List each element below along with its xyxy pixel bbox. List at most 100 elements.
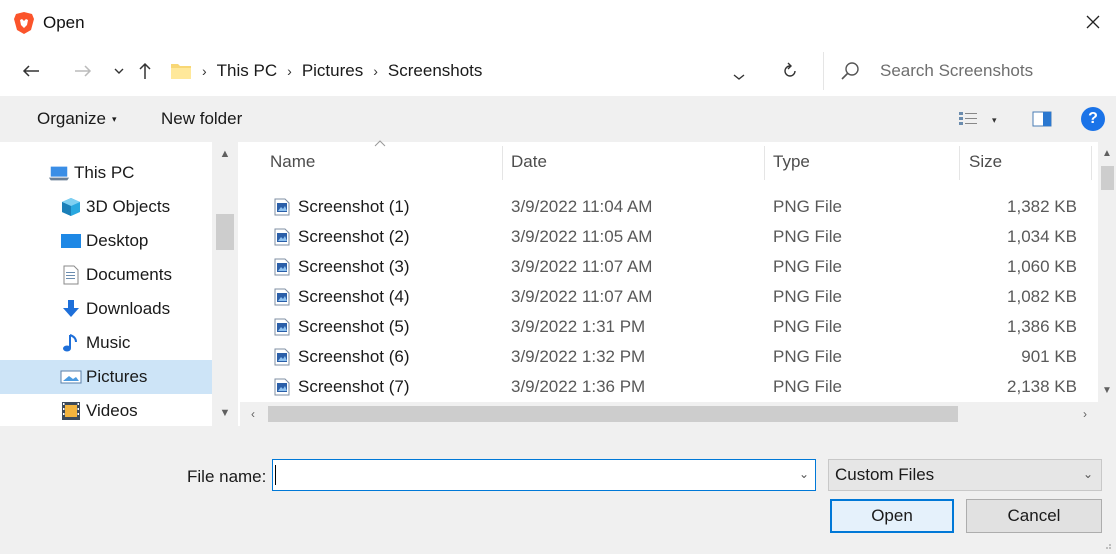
column-header-name[interactable]: Name — [270, 140, 500, 182]
desktop-icon — [60, 231, 82, 251]
preview-pane-icon — [1032, 111, 1052, 127]
file-row[interactable]: Screenshot (6) 3/9/2022 1:32 PM PNG File 90… — [240, 342, 1090, 372]
chevron-down-icon[interactable]: ⌄ — [799, 467, 809, 481]
scrollbar-thumb[interactable] — [268, 406, 958, 422]
organize-label: Organize — [37, 109, 106, 128]
file-type-filter-select[interactable]: Custom Files ⌄ — [828, 459, 1102, 491]
scrollbar-thumb[interactable] — [1101, 166, 1114, 190]
scroll-left-arrow-icon[interactable]: ‹ — [244, 406, 262, 422]
column-divider[interactable] — [1091, 146, 1092, 180]
sidebar-item-label: Desktop — [86, 231, 149, 250]
sidebar-item-label: 3D Objects — [86, 197, 171, 216]
refresh-button[interactable] — [772, 56, 808, 86]
scroll-right-arrow-icon[interactable]: › — [1076, 406, 1094, 422]
refresh-icon — [784, 62, 796, 77]
file-name: Screenshot (4) — [298, 287, 410, 306]
scroll-down-arrow-icon[interactable]: ▼ — [1098, 382, 1116, 398]
cancel-button[interactable]: Cancel — [966, 499, 1102, 533]
close-button[interactable] — [1070, 0, 1116, 44]
file-date: 3/9/2022 1:31 PM — [511, 317, 646, 336]
sidebar-item-label: Music — [86, 333, 131, 352]
sidebar-item-documents[interactable]: Documents — [0, 258, 212, 292]
column-header-size[interactable]: Size — [969, 142, 1089, 182]
breadcrumb-separator: › — [373, 63, 378, 79]
breadcrumb-pictures[interactable]: Pictures — [302, 61, 363, 81]
new-folder-button[interactable]: New folder — [161, 109, 242, 129]
sidebar-item-music[interactable]: Music — [0, 326, 212, 360]
file-row[interactable]: Screenshot (3) 3/9/2022 11:07 AM PNG File 1… — [240, 252, 1090, 282]
sidebar-item-label: Videos — [86, 401, 138, 420]
navigation-pane-scrollbar[interactable]: ▲ ▼ — [212, 142, 238, 426]
file-date: 3/9/2022 11:07 AM — [511, 287, 653, 306]
search-box[interactable]: Search Screenshots — [823, 52, 1116, 90]
up-button[interactable] — [132, 58, 158, 84]
open-button[interactable]: Open — [830, 499, 954, 533]
png-file-icon — [274, 288, 290, 306]
file-list-vertical-scrollbar[interactable]: ▲ ▼ — [1098, 142, 1116, 402]
sort-ascending-icon — [374, 140, 386, 147]
preview-pane-button[interactable] — [1030, 108, 1054, 130]
png-file-icon — [274, 258, 290, 276]
sidebar-item-pictures[interactable]: Pictures — [0, 360, 212, 394]
address-dropdown-button[interactable] — [728, 68, 750, 86]
breadcrumb-this-pc[interactable]: This PC — [217, 61, 277, 81]
file-row[interactable]: Screenshot (2) 3/9/2022 11:05 AM PNG File 1… — [240, 222, 1090, 252]
download-icon — [60, 299, 82, 319]
file-name-input[interactable]: ⌄ — [272, 459, 816, 491]
scroll-down-arrow-icon[interactable]: ▼ — [212, 404, 238, 422]
scroll-up-arrow-icon[interactable]: ▲ — [212, 146, 238, 162]
file-row[interactable]: Screenshot (4) 3/9/2022 11:07 AM PNG File 1… — [240, 282, 1090, 312]
caret-down-icon: ▾ — [992, 114, 997, 125]
organize-button[interactable]: Organize ▾ — [37, 109, 117, 129]
breadcrumb-screenshots[interactable]: Screenshots — [388, 61, 483, 81]
file-row[interactable]: Screenshot (1) 3/9/2022 11:04 AM PNG File 1… — [240, 192, 1090, 222]
address-bar[interactable]: › This PC › Pictures › Screenshots — [164, 52, 770, 90]
file-type: PNG File — [773, 287, 842, 306]
file-type: PNG File — [773, 377, 842, 396]
back-button[interactable] — [18, 58, 44, 84]
file-row[interactable]: Screenshot (7) 3/9/2022 1:36 PM PNG File 2,… — [240, 372, 1090, 402]
scroll-up-arrow-icon[interactable]: ▲ — [1098, 146, 1116, 160]
arrow-left-icon — [22, 65, 39, 77]
file-row[interactable]: Screenshot (5) 3/9/2022 1:31 PM PNG File 1,… — [240, 312, 1090, 342]
breadcrumb-separator: › — [202, 63, 207, 79]
pictures-icon — [60, 367, 82, 387]
sidebar-item-desktop[interactable]: Desktop — [0, 224, 212, 258]
file-list-horizontal-scrollbar[interactable]: ‹ › — [240, 402, 1116, 426]
column-divider[interactable] — [959, 146, 960, 180]
resize-grip-icon[interactable] — [1102, 540, 1112, 550]
column-header-type[interactable]: Type — [773, 142, 953, 182]
help-button[interactable]: ? — [1081, 107, 1105, 131]
scrollbar-thumb[interactable] — [216, 214, 234, 250]
file-date: 3/9/2022 11:05 AM — [511, 227, 653, 246]
file-type: PNG File — [773, 197, 842, 216]
search-icon — [841, 62, 859, 80]
column-divider[interactable] — [502, 146, 503, 180]
sidebar-item-videos[interactable]: Videos — [0, 394, 212, 426]
folder-icon — [171, 64, 191, 79]
png-file-icon — [274, 318, 290, 336]
computer-icon — [48, 163, 70, 183]
sidebar-item-3d-objects[interactable]: 3D Objects — [0, 190, 212, 224]
column-header-label: Name — [270, 152, 316, 171]
file-date: 3/9/2022 11:07 AM — [511, 257, 653, 276]
file-name: Screenshot (6) — [298, 347, 410, 366]
sidebar-item-downloads[interactable]: Downloads — [0, 292, 212, 326]
open-file-dialog: Open › This PC › Pictures › Screenshots … — [0, 0, 1116, 554]
png-file-icon — [274, 198, 290, 216]
file-name-label: File name: — [187, 467, 267, 486]
file-name: Screenshot (3) — [298, 257, 410, 276]
video-icon — [60, 401, 82, 421]
recent-locations-button[interactable] — [106, 58, 132, 84]
dialog-footer: File name: ⌄ Custom Files ⌄ Open Cancel — [0, 426, 1116, 554]
png-file-icon — [274, 228, 290, 246]
column-divider[interactable] — [764, 146, 765, 180]
file-size: 2,138 KB — [1007, 377, 1077, 396]
sidebar-item-label: Documents — [86, 265, 172, 284]
change-view-button[interactable]: ▾ — [958, 110, 1002, 130]
close-icon — [1086, 15, 1100, 29]
sidebar-item-this-pc[interactable]: This PC — [0, 156, 212, 190]
column-header-date[interactable]: Date — [511, 142, 761, 182]
forward-button[interactable] — [70, 58, 96, 84]
file-name: Screenshot (7) — [298, 377, 410, 396]
